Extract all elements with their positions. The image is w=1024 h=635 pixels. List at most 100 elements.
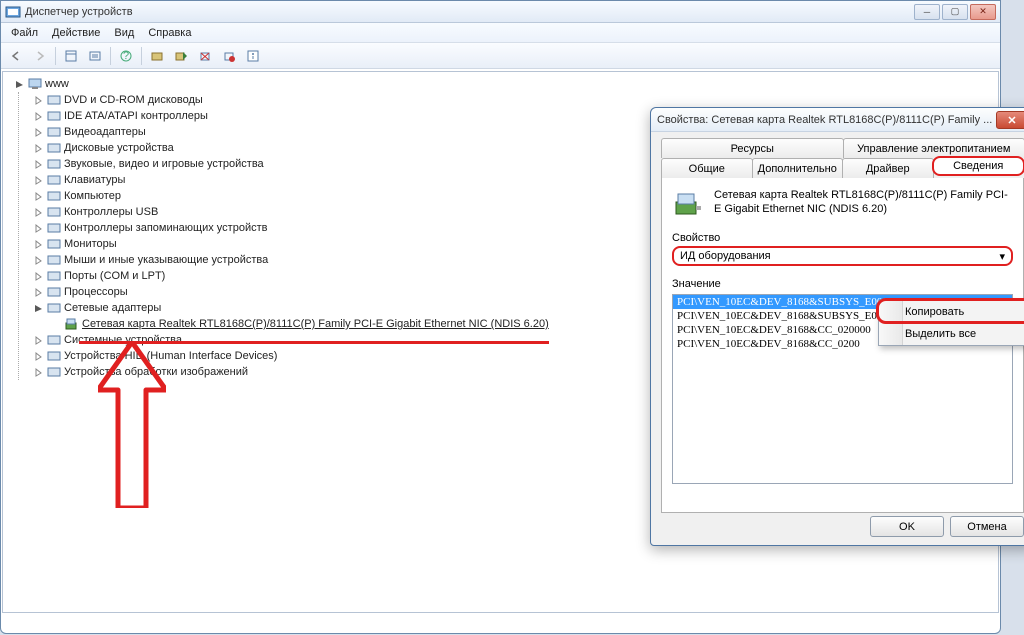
tree-category-label: Контроллеры запоминающих устройств bbox=[64, 222, 267, 234]
category-icon bbox=[46, 220, 62, 236]
tab-container: Ресурсы Управление электропитанием Общие… bbox=[651, 132, 1024, 178]
back-button[interactable] bbox=[5, 46, 27, 66]
category-icon bbox=[46, 204, 62, 220]
app-icon bbox=[5, 4, 21, 20]
tree-category-label: Звуковые, видео и игровые устройства bbox=[64, 158, 264, 170]
tree-category-label: IDE ATA/ATAPI контроллеры bbox=[64, 110, 208, 122]
scan-button[interactable] bbox=[146, 46, 168, 66]
category-icon bbox=[46, 124, 62, 140]
toolbar-icon[interactable] bbox=[60, 46, 82, 66]
tab-power[interactable]: Управление электропитанием bbox=[843, 138, 1024, 158]
expand-icon[interactable] bbox=[32, 206, 44, 218]
tree-category-label: Мыши и иные указывающие устройства bbox=[64, 254, 268, 266]
window-title: Диспетчер устройств bbox=[25, 6, 914, 18]
category-icon bbox=[46, 348, 62, 364]
toolbar: ? bbox=[1, 43, 1000, 69]
expand-icon[interactable] bbox=[32, 334, 44, 346]
category-icon bbox=[46, 92, 62, 108]
tab-general[interactable]: Общие bbox=[661, 158, 753, 178]
expand-icon[interactable] bbox=[32, 190, 44, 202]
category-icon bbox=[46, 332, 62, 348]
expand-icon[interactable] bbox=[32, 94, 44, 106]
tab-driver[interactable]: Драйвер bbox=[842, 158, 934, 178]
tree-category[interactable]: DVD и CD-ROM дисководы bbox=[32, 92, 998, 108]
tree-category-label: DVD и CD-ROM дисководы bbox=[64, 94, 203, 106]
category-icon bbox=[46, 268, 62, 284]
category-icon bbox=[46, 156, 62, 172]
expand-icon[interactable] bbox=[32, 350, 44, 362]
expand-icon[interactable] bbox=[32, 366, 44, 378]
category-icon bbox=[46, 188, 62, 204]
computer-icon bbox=[27, 76, 43, 92]
dialog-title: Свойства: Сетевая карта Realtek RTL8168C… bbox=[657, 114, 1024, 126]
maximize-button[interactable]: ▢ bbox=[942, 4, 968, 20]
category-icon bbox=[46, 300, 62, 316]
expand-icon[interactable] bbox=[32, 222, 44, 234]
tree-category-label: Порты (COM и LPT) bbox=[64, 270, 165, 282]
properties-button[interactable] bbox=[242, 46, 264, 66]
expand-icon[interactable] bbox=[32, 254, 44, 266]
expand-icon[interactable] bbox=[32, 110, 44, 122]
menu-file[interactable]: Файл bbox=[5, 25, 44, 41]
cancel-button[interactable]: Отмена bbox=[950, 516, 1024, 537]
menu-help[interactable]: Справка bbox=[142, 25, 197, 41]
close-button[interactable]: ✕ bbox=[970, 4, 996, 20]
uninstall-button[interactable] bbox=[194, 46, 216, 66]
expand-icon[interactable] bbox=[32, 270, 44, 282]
context-select-all[interactable]: Выделить все bbox=[879, 323, 1024, 345]
svg-text:?: ? bbox=[123, 50, 129, 62]
dialog-close-button[interactable]: ✕ bbox=[996, 111, 1024, 129]
expand-icon[interactable] bbox=[32, 238, 44, 250]
annotation-arrow bbox=[98, 342, 166, 508]
tree-root[interactable]: www bbox=[13, 76, 998, 92]
network-adapter-icon bbox=[672, 188, 704, 220]
value-label: Значение bbox=[672, 278, 1013, 290]
forward-button[interactable] bbox=[29, 46, 51, 66]
tree-category-label: Устройства HID (Human Interface Devices) bbox=[64, 350, 277, 362]
update-driver-button[interactable] bbox=[170, 46, 192, 66]
tab-advanced[interactable]: Дополнительно bbox=[752, 158, 844, 178]
collapse-icon[interactable] bbox=[32, 302, 44, 314]
collapse-icon[interactable] bbox=[13, 78, 25, 90]
context-copy[interactable]: Копировать bbox=[879, 301, 1024, 323]
disable-button[interactable] bbox=[218, 46, 240, 66]
category-icon bbox=[46, 252, 62, 268]
context-menu: Копировать Выделить все bbox=[878, 300, 1024, 346]
category-icon bbox=[46, 108, 62, 124]
category-icon bbox=[46, 236, 62, 252]
category-icon bbox=[46, 140, 62, 156]
menu-view[interactable]: Вид bbox=[108, 25, 140, 41]
help-button[interactable]: ? bbox=[115, 46, 137, 66]
expand-icon[interactable] bbox=[32, 126, 44, 138]
tree-root-label: www bbox=[45, 78, 69, 90]
toolbar-icon[interactable] bbox=[84, 46, 106, 66]
minimize-button[interactable]: ─ bbox=[914, 4, 940, 20]
expand-icon[interactable] bbox=[32, 142, 44, 154]
tree-category-label: Видеоадаптеры bbox=[64, 126, 146, 138]
chevron-down-icon: ▾ bbox=[999, 250, 1005, 263]
menubar: Файл Действие Вид Справка bbox=[1, 23, 1000, 43]
ok-button[interactable]: OK bbox=[870, 516, 944, 537]
property-dropdown-value: ИД оборудования bbox=[680, 250, 771, 262]
expand-icon[interactable] bbox=[32, 158, 44, 170]
category-icon bbox=[46, 172, 62, 188]
tab-details[interactable]: Сведения bbox=[932, 156, 1024, 176]
tree-category-label: Компьютер bbox=[64, 190, 121, 202]
dialog-titlebar[interactable]: Свойства: Сетевая карта Realtek RTL8168C… bbox=[651, 108, 1024, 132]
device-name: Сетевая карта Realtek RTL8168C(P)/8111C(… bbox=[714, 188, 1013, 220]
network-adapter-icon bbox=[64, 316, 80, 332]
tab-resources[interactable]: Ресурсы bbox=[661, 138, 844, 158]
menu-action[interactable]: Действие bbox=[46, 25, 106, 41]
tree-category-label: Мониторы bbox=[64, 238, 117, 250]
category-icon bbox=[46, 284, 62, 300]
tree-device-label: Сетевая карта Realtek RTL8168C(P)/8111C(… bbox=[82, 318, 549, 330]
tree-category-label: Дисковые устройства bbox=[64, 142, 174, 154]
property-label: Свойство bbox=[672, 232, 1013, 244]
titlebar[interactable]: Диспетчер устройств ─ ▢ ✕ bbox=[1, 1, 1000, 23]
property-dropdown[interactable]: ИД оборудования ▾ bbox=[672, 246, 1013, 266]
expand-icon[interactable] bbox=[32, 286, 44, 298]
category-icon bbox=[46, 364, 62, 380]
tree-category-label: Контроллеры USB bbox=[64, 206, 158, 218]
expand-icon[interactable] bbox=[32, 174, 44, 186]
tree-category-label: Сетевые адаптеры bbox=[64, 302, 161, 314]
